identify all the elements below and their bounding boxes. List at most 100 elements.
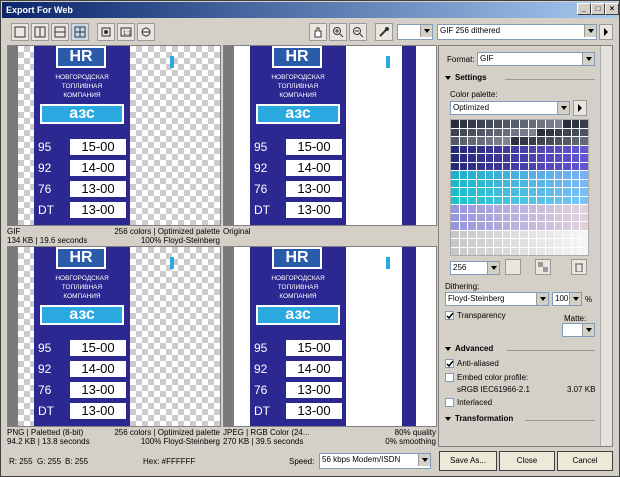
settings-scrollbar[interactable] [600,46,612,446]
palette-swatch[interactable] [571,222,580,230]
palette-swatch[interactable] [580,162,588,170]
palette-swatch[interactable] [520,222,528,230]
palette-swatch[interactable] [451,205,459,213]
palette-swatch[interactable] [563,120,571,128]
palette-swatch[interactable] [571,128,580,136]
palette-swatch[interactable] [459,145,468,153]
palette-swatch[interactable] [502,188,511,196]
palette-swatch[interactable] [476,145,485,153]
palette-swatch[interactable] [520,162,528,170]
palette-swatch[interactable] [476,196,485,204]
palette-swatch[interactable] [580,213,588,221]
palette-menu-button[interactable] [573,100,587,116]
palette-swatch[interactable] [476,205,485,213]
palette-swatch[interactable] [545,154,554,162]
palette-swatch[interactable] [485,222,494,230]
palette-swatch[interactable] [528,247,537,255]
palette-swatch[interactable] [511,154,519,162]
palette-swatch[interactable] [459,230,468,238]
palette-swatch[interactable] [451,188,459,196]
dithering-amount-field[interactable]: 100 [552,292,582,306]
palette-swatch[interactable] [502,247,511,255]
palette-swatch[interactable] [511,162,519,170]
minimize-button[interactable]: _ [577,3,591,15]
palette-swatch[interactable] [554,171,563,179]
palette-swatch[interactable] [494,213,502,221]
palette-swatch[interactable] [494,222,502,230]
palette-swatch[interactable] [520,120,528,128]
palette-swatch[interactable] [459,137,468,145]
palette-swatch[interactable] [511,188,519,196]
palette-swatch[interactable] [520,179,528,187]
palette-swatch[interactable] [571,205,580,213]
palette-swatch[interactable] [476,222,485,230]
palette-swatch[interactable] [537,205,545,213]
palette-swatch[interactable] [580,145,588,153]
speed-dropdown[interactable]: 56 kbps Modem/ISDN [319,453,431,469]
palette-swatch[interactable] [545,188,554,196]
palette-swatch[interactable] [528,120,537,128]
palette-swatch[interactable] [476,120,485,128]
palette-swatch[interactable] [580,205,588,213]
palette-swatch[interactable] [476,247,485,255]
palette-swatch[interactable] [563,196,571,204]
palette-swatch[interactable] [511,171,519,179]
palette-swatch[interactable] [571,196,580,204]
palette-swatch[interactable] [451,179,459,187]
interlaced-checkbox[interactable] [445,398,454,407]
palette-swatch[interactable] [520,154,528,162]
palette-swatch[interactable] [485,205,494,213]
palette-swatch[interactable] [502,162,511,170]
palette-swatch[interactable] [563,205,571,213]
palette-swatch[interactable] [537,154,545,162]
palette-swatch[interactable] [563,154,571,162]
palette-swatch[interactable] [528,205,537,213]
eyedropper-icon[interactable] [375,23,393,41]
palette-swatch[interactable] [571,171,580,179]
palette-swatch[interactable] [554,196,563,204]
preview-pane[interactable]: HR НОВГОРОДСКАЯ ТОПЛИВНАЯ КОМПАНИЯ азс 95 15-0… [223,45,437,226]
palette-swatch[interactable] [520,145,528,153]
palette-swatch[interactable] [485,188,494,196]
palette-swatch[interactable] [494,171,502,179]
palette-swatch[interactable] [580,154,588,162]
palette-swatch[interactable] [511,213,519,221]
palette-swatch[interactable] [545,145,554,153]
palette-swatch[interactable] [451,145,459,153]
palette-swatch[interactable] [511,120,519,128]
palette-swatch[interactable] [554,162,563,170]
palette-swatch[interactable] [451,162,459,170]
palette-swatch[interactable] [502,128,511,136]
palette-swatch[interactable] [563,230,571,238]
palette-swatch[interactable] [502,171,511,179]
palette-swatch[interactable] [468,145,476,153]
palette-swatch[interactable] [554,247,563,255]
palette-swatch[interactable] [476,171,485,179]
palette-swatch[interactable] [451,213,459,221]
palette-swatch[interactable] [580,188,588,196]
palette-swatch[interactable] [511,179,519,187]
palette-swatch[interactable] [502,120,511,128]
palette-swatch[interactable] [571,120,580,128]
palette-swatch[interactable] [468,230,476,238]
palette-swatch[interactable] [554,179,563,187]
palette-swatch[interactable] [528,230,537,238]
palette-swatch[interactable] [476,188,485,196]
palette-swatch[interactable] [528,188,537,196]
format-dropdown[interactable]: GIF [477,52,595,66]
palette-swatch[interactable] [554,137,563,145]
palette-swatch[interactable] [494,120,502,128]
zoom-out-icon[interactable] [349,23,367,41]
palette-swatch[interactable] [520,196,528,204]
palette-swatch[interactable] [580,230,588,238]
palette-swatch[interactable] [511,230,519,238]
palette-swatch[interactable] [537,239,545,247]
palette-swatch[interactable] [459,171,468,179]
palette-swatch[interactable] [537,162,545,170]
anti-aliased-checkbox[interactable] [445,359,454,368]
palette-swatch[interactable] [528,128,537,136]
palette-swatch[interactable] [468,162,476,170]
preview-pane[interactable]: HR НОВГОРОДСКАЯ ТОПЛИВНАЯ КОМПАНИЯ азс 95 15-0… [7,45,221,226]
palette-swatch[interactable] [494,205,502,213]
palette-swatch[interactable] [580,247,588,255]
